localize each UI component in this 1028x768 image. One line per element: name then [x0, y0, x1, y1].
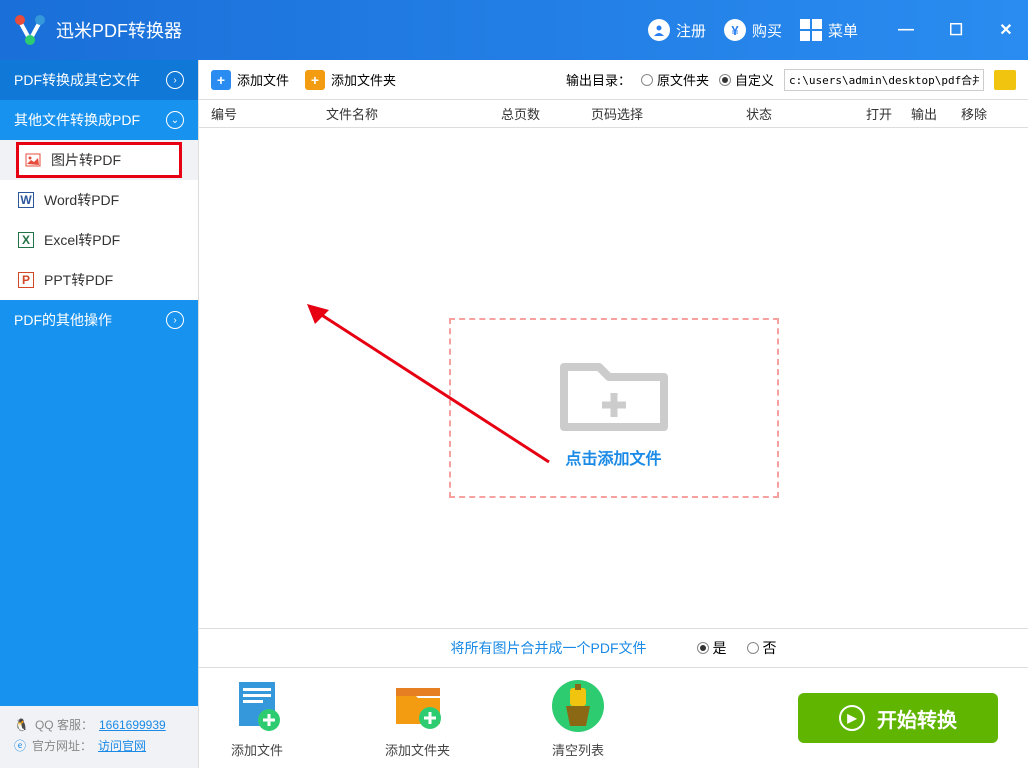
folder-plus-icon: + — [305, 70, 325, 90]
chevron-down-icon: ⌄ — [166, 111, 184, 129]
merge-yes-radio[interactable]: 是 — [697, 638, 727, 658]
register-button[interactable]: 注册 — [648, 19, 706, 41]
ppt-icon: P — [18, 272, 34, 288]
close-button[interactable]: ✕ — [996, 20, 1016, 40]
menu-button[interactable]: 菜单 — [800, 19, 858, 41]
work-area: 点击添加文件 — [199, 128, 1028, 628]
col-filename: 文件名称 — [326, 104, 501, 123]
qq-icon: 🐧 — [14, 718, 29, 732]
user-icon — [648, 19, 670, 41]
yen-icon: ¥ — [724, 19, 746, 41]
ie-icon: ⓔ — [14, 737, 26, 754]
bottom-add-file[interactable]: 添加文件 — [229, 678, 285, 759]
col-total-pages: 总页数 — [501, 104, 591, 123]
col-delete: 移除 — [961, 104, 1006, 123]
site-link[interactable]: 访问官网 — [98, 737, 146, 754]
col-number: 编号 — [211, 104, 326, 123]
add-file-large-icon — [229, 678, 285, 734]
chevron-right-icon: › — [166, 311, 184, 329]
sidebar-footer: 🐧 QQ 客服： 1661699939 ⓔ 官方网址： 访问官网 — [0, 706, 198, 768]
output-path-input[interactable] — [784, 69, 984, 91]
output-source-radio[interactable]: 原文件夹 — [641, 70, 709, 89]
output-custom-radio[interactable]: 自定义 — [719, 70, 774, 89]
toolbar: + 添加文件 + 添加文件夹 输出目录： 原文件夹 自定义 — [199, 60, 1028, 100]
col-status: 状态 — [746, 104, 866, 123]
buy-button[interactable]: ¥ 购买 — [724, 19, 782, 41]
drop-zone[interactable]: 点击添加文件 — [449, 318, 779, 498]
col-open: 打开 — [866, 104, 911, 123]
merge-no-radio[interactable]: 否 — [747, 638, 777, 658]
sidebar-item-word-to-pdf[interactable]: W Word转PDF — [0, 180, 198, 220]
sidebar-section-other-to-pdf[interactable]: 其他文件转换成PDF ⌄ — [0, 100, 198, 140]
sidebar: PDF转换成其它文件 › 其他文件转换成PDF ⌄ 图片转PDF W Word转… — [0, 60, 198, 768]
app-logo-icon — [12, 12, 48, 48]
folder-add-icon — [554, 347, 674, 437]
clear-list-icon — [550, 678, 606, 734]
bottom-bar: 添加文件 添加文件夹 清空列表 ▶ 开始转换 — [199, 668, 1028, 768]
image-icon — [25, 152, 41, 168]
merge-prompt: 将所有图片合并成一个PDF文件 — [451, 638, 647, 658]
title-bar: 迅米PDF转换器 注册 ¥ 购买 菜单 — ☐ ✕ — [0, 0, 1028, 60]
add-file-button[interactable]: + 添加文件 — [211, 70, 289, 90]
sidebar-item-image-to-pdf[interactable]: 图片转PDF — [16, 142, 182, 178]
sidebar-section-pdf-other-ops[interactable]: PDF的其他操作 › — [0, 300, 198, 340]
play-icon: ▶ — [839, 705, 865, 731]
menu-grid-icon — [800, 19, 822, 41]
qq-number-link[interactable]: 1661699939 — [99, 718, 166, 732]
bottom-clear-list[interactable]: 清空列表 — [550, 678, 606, 759]
table-header: 编号 文件名称 总页数 页码选择 状态 打开 输出 移除 — [199, 100, 1028, 128]
drop-zone-label: 点击添加文件 — [565, 445, 661, 469]
start-convert-button[interactable]: ▶ 开始转换 — [798, 693, 998, 743]
add-folder-large-icon — [390, 678, 446, 734]
excel-icon: X — [18, 232, 34, 248]
col-output: 输出 — [911, 104, 961, 123]
plus-icon: + — [211, 70, 231, 90]
word-icon: W — [18, 192, 34, 208]
bottom-add-folder[interactable]: 添加文件夹 — [385, 678, 450, 759]
sidebar-item-excel-to-pdf[interactable]: X Excel转PDF — [0, 220, 198, 260]
add-folder-button[interactable]: + 添加文件夹 — [305, 70, 396, 90]
merge-options-row: 将所有图片合并成一个PDF文件 是 否 — [199, 628, 1028, 668]
browse-folder-button[interactable] — [994, 70, 1016, 90]
maximize-button[interactable]: ☐ — [946, 20, 966, 40]
output-dir-label: 输出目录： — [566, 70, 631, 89]
sidebar-spacer — [0, 340, 198, 706]
chevron-right-icon: › — [166, 71, 184, 89]
sidebar-item-ppt-to-pdf[interactable]: P PPT转PDF — [0, 260, 198, 300]
app-title: 迅米PDF转换器 — [56, 17, 182, 43]
sidebar-section-pdf-to-other[interactable]: PDF转换成其它文件 › — [0, 60, 198, 100]
content-area: + 添加文件 + 添加文件夹 输出目录： 原文件夹 自定义 — [198, 60, 1028, 768]
col-page-select: 页码选择 — [591, 104, 746, 123]
minimize-button[interactable]: — — [896, 20, 916, 40]
